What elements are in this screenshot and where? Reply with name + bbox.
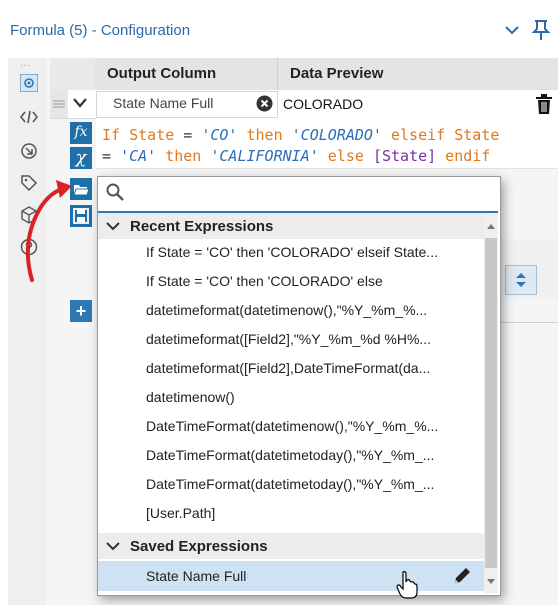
rollback-icon[interactable] — [20, 142, 38, 160]
header-output-column: Output Column — [95, 58, 278, 90]
expression-token: = — [102, 147, 121, 165]
recent-expression-item[interactable]: If State = 'CO' then 'COLORADO' elseif S… — [146, 244, 480, 260]
gear-icon[interactable] — [20, 74, 38, 92]
pin-icon[interactable] — [531, 19, 551, 41]
expression-token: 'CO' — [201, 126, 238, 144]
recent-expression-item[interactable]: DateTimeFormat(datetimetoday(),"%Y_%m_..… — [146, 476, 480, 492]
expression-token: = — [174, 126, 202, 144]
rail-grip: ··· — [20, 60, 30, 71]
chevron-down-icon[interactable] — [503, 21, 521, 39]
chevron-down-icon — [106, 542, 120, 551]
data-preview-value: COLORADO — [283, 96, 364, 112]
output-column-name: State Name Full — [113, 95, 214, 111]
clear-icon[interactable] — [256, 95, 273, 112]
variable-icon[interactable]: χ — [70, 147, 92, 169]
code-icon[interactable] — [20, 108, 38, 126]
chevron-down-icon — [106, 222, 120, 231]
window-title: Formula (5) - Configuration — [10, 22, 191, 39]
header-data-preview-label: Data Preview — [290, 65, 384, 82]
row-collapse-chevron-icon[interactable] — [72, 97, 88, 109]
trash-icon[interactable] — [535, 93, 553, 115]
expression-token: If — [102, 126, 130, 144]
recent-expression-item[interactable]: datetimeformat(datetimenow(),"%Y_%m_%... — [146, 302, 480, 318]
recent-expression-item[interactable]: DateTimeFormat(datetimenow(),"%Y_%m_%... — [146, 418, 480, 434]
expression-token: State — [454, 126, 500, 144]
saved-expressions-label: Saved Expressions — [130, 538, 268, 555]
scroll-up-icon[interactable] — [486, 222, 496, 230]
row-reorder-stepper[interactable] — [505, 265, 537, 295]
expression-line-2[interactable]: = 'CA' then 'CALIFORNIA' else [State] en… — [102, 147, 490, 165]
recent-expression-item[interactable]: [User.Path] — [146, 505, 480, 521]
search-input[interactable] — [130, 182, 494, 208]
annotation-arrow — [25, 180, 72, 282]
pencil-icon[interactable] — [452, 566, 472, 586]
recent-expression-item[interactable]: If State = 'CO' then 'COLORADO' else — [146, 273, 480, 289]
search-icon — [106, 183, 124, 201]
fx-icon[interactable]: fx — [70, 122, 92, 144]
recent-expression-item[interactable]: DateTimeFormat(datetimetoday(),"%Y_%m_..… — [146, 447, 480, 463]
expression-token: State — [129, 126, 175, 144]
expression-token: 'CALIFORNIA' — [210, 147, 319, 165]
recent-expression-item[interactable]: datetimeformat([Field2],DateTimeFormat(d… — [146, 360, 480, 376]
hand-cursor-icon — [396, 571, 418, 599]
expression-token: else — [318, 147, 373, 165]
expression-token: elseif — [381, 126, 455, 144]
row-drag-handle[interactable] — [50, 90, 68, 118]
left-tool-rail: ··· — [8, 58, 47, 605]
expression-token: then — [237, 126, 292, 144]
header-data-preview: Data Preview — [278, 58, 558, 90]
recent-expressions-label: Recent Expressions — [130, 218, 274, 235]
header-output-column-label: Output Column — [107, 65, 217, 82]
expression-line-1[interactable]: If State = 'CO' then 'COLORADO' elseif S… — [102, 126, 499, 144]
recent-expression-item[interactable]: datetimenow() — [146, 389, 480, 405]
expression-token: [State] — [372, 147, 437, 165]
expression-token: 'COLORADO' — [291, 126, 382, 144]
scroll-down-icon[interactable] — [486, 578, 496, 586]
recent-expression-item[interactable]: datetimeformat([Field2],"%Y_%m_%d %H%... — [146, 331, 480, 347]
popup-scrollbar-thumb[interactable] — [485, 238, 497, 568]
expression-token: then — [156, 147, 211, 165]
add-icon[interactable]: + — [70, 300, 92, 322]
expression-token: 'CA' — [120, 147, 157, 165]
expression-token: endif — [436, 147, 491, 165]
saved-expression-label: State Name Full — [146, 568, 247, 584]
saved-expressions-header[interactable]: Saved Expressions — [98, 533, 484, 559]
recent-expressions-header[interactable]: Recent Expressions — [98, 213, 484, 239]
